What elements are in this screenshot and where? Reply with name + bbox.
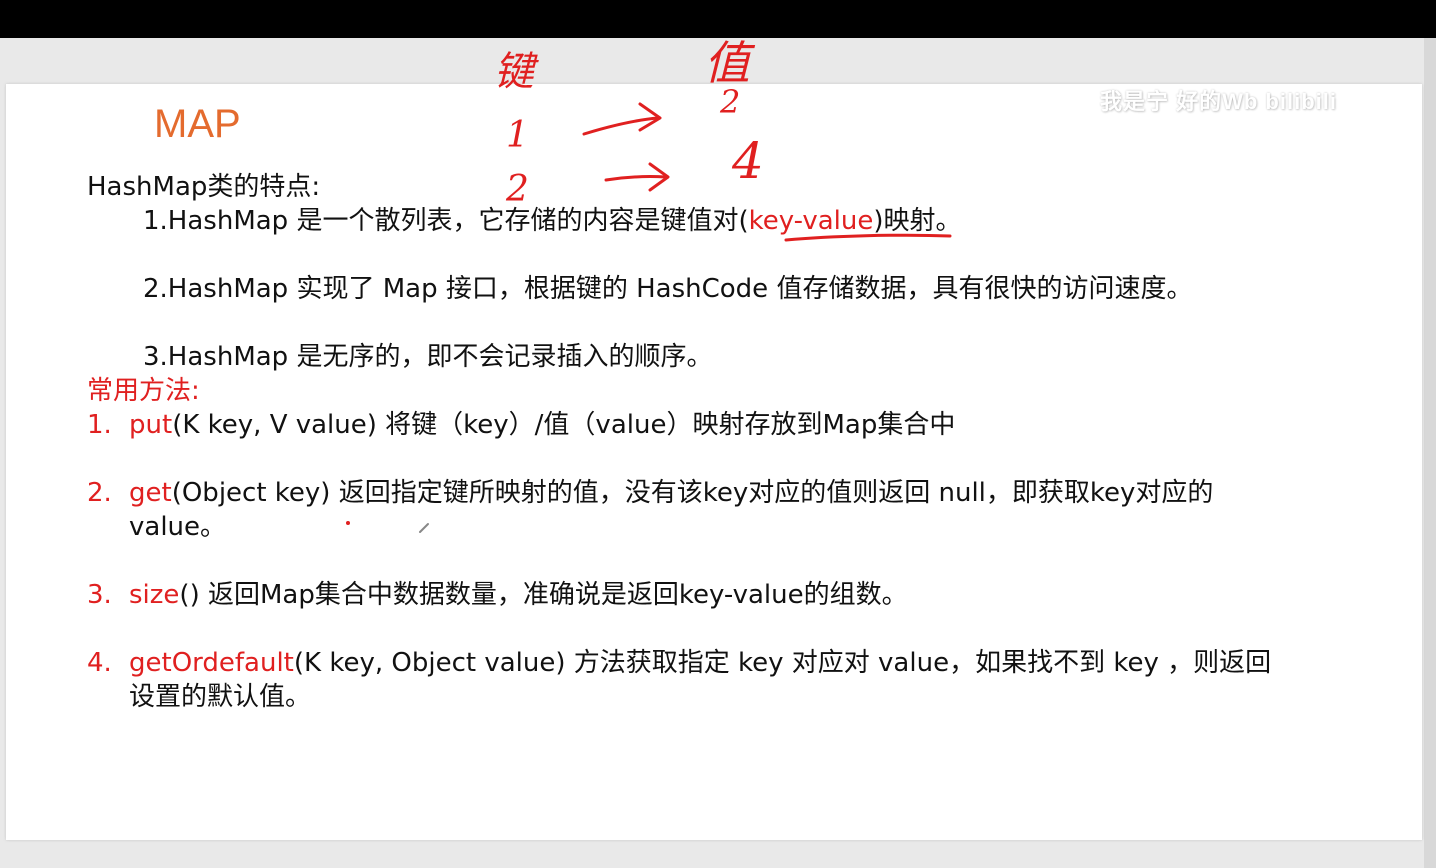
method-item-getordefault: 4. getOrdefault(K key, Object value) 方法获… [87, 647, 1271, 679]
method-line: size() 返回Map集合中数据数量，准确说是返回key-value的组数。 [129, 579, 908, 611]
method-line: put(K key, V value) 将键（key）/值（value）映射存放… [129, 409, 955, 441]
method-desc: (K key, Object value) 方法获取指定 key 对应对 val… [293, 648, 1272, 678]
method-number: 1. [87, 410, 112, 440]
method-desc-continued: value。 [129, 512, 227, 542]
method-desc: (K key, V value) 将键（key）/值（value）映射存放到Ma… [172, 410, 956, 440]
method-line: get(Object key) 返回指定键所映射的值，没有该key对应的值则返回… [129, 477, 1213, 509]
point-1-prefix: 1.HashMap 是一个散列表，它存储的内容是键值对( [143, 206, 749, 236]
method-name: put [129, 410, 173, 440]
method-number: 4. [87, 648, 112, 678]
hashmap-point-3: 3.HashMap 是无序的，即不会记录插入的顺序。 [143, 342, 713, 372]
method-item-size: 3. size() 返回Map集合中数据数量，准确说是返回key-value的组… [87, 579, 908, 611]
method-name: size [129, 580, 180, 610]
method-desc: (Object key) 返回指定键所映射的值，没有该key对应的值则返回 nu… [171, 478, 1214, 508]
hashmap-heading: HashMap类的特点: [87, 172, 321, 202]
method-name: getOrdefault [129, 648, 294, 678]
hashmap-point-2: 2.HashMap 实现了 Map 接口，根据键的 HashCode 值存储数据… [143, 274, 1193, 304]
hashmap-point-1: 1.HashMap 是一个散列表，它存储的内容是键值对(key-value)映射… [143, 205, 962, 237]
method-item-get: 2. get(Object key) 返回指定键所映射的值，没有该key对应的值… [87, 477, 1213, 509]
method-number: 2. [87, 478, 112, 508]
key-value-highlight: key-value [748, 206, 874, 236]
point-1-suffix: )映射。 [873, 206, 962, 236]
slide-title: MAP [154, 102, 241, 146]
stage-edge [1424, 38, 1436, 868]
video-watermark: 我是宁 好的Wb bilibili [1100, 89, 1337, 114]
method-desc-continued: 设置的默认值。 [129, 682, 312, 712]
method-desc: () 返回Map集合中数据数量，准确说是返回key-value的组数。 [179, 580, 908, 610]
method-number: 3. [87, 580, 112, 610]
method-item-put: 1. put(K key, V value) 将键（key）/值（value）映… [87, 409, 955, 441]
methods-heading: 常用方法: [87, 376, 200, 406]
method-name: get [129, 478, 172, 508]
method-line: getOrdefault(K key, Object value) 方法获取指定… [129, 647, 1271, 679]
